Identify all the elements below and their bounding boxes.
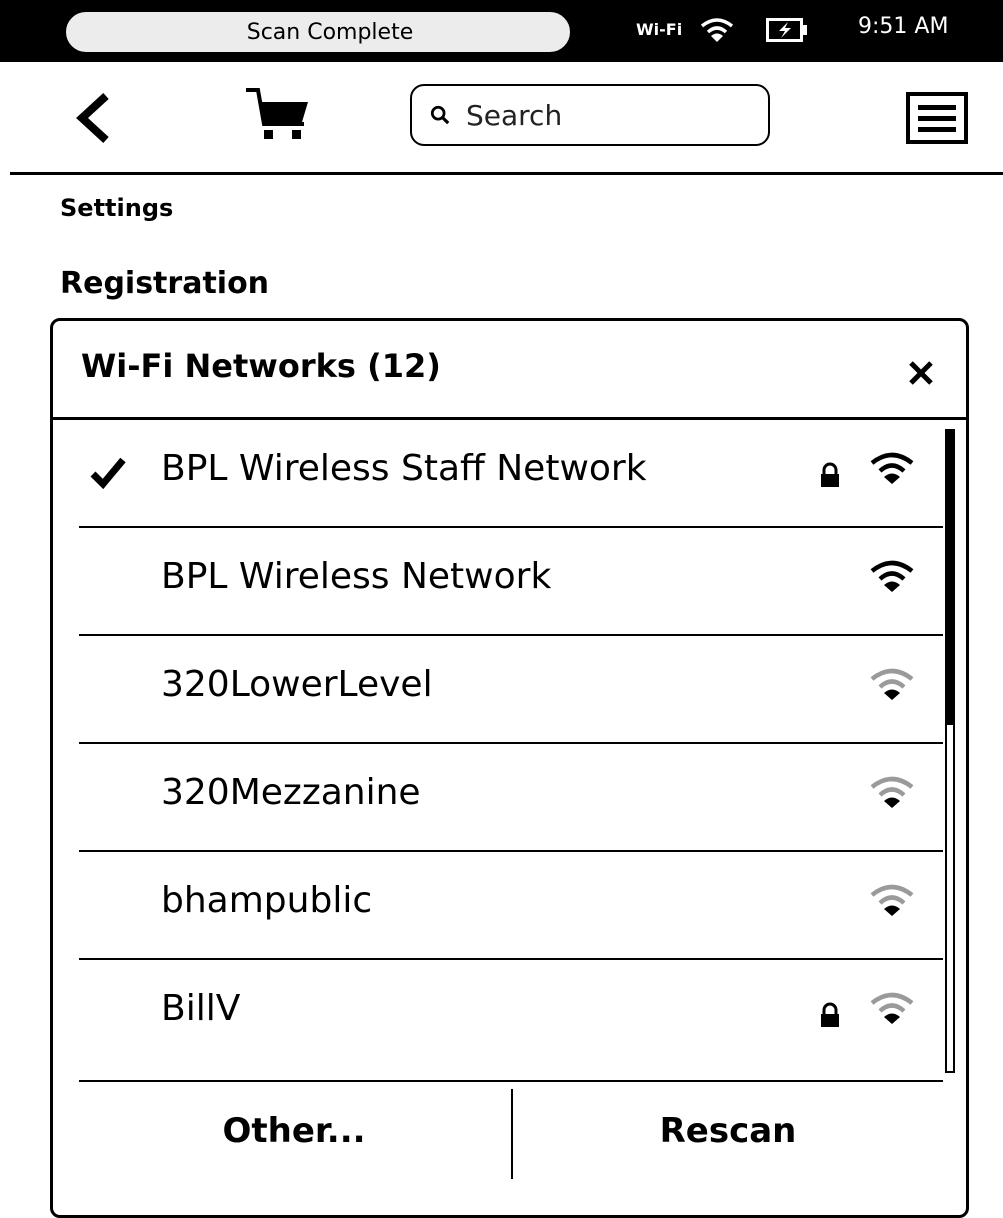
search-field[interactable]: [410, 84, 770, 146]
network-item[interactable]: 320Mezzanine: [79, 744, 943, 852]
wifi-label: Wi-Fi: [636, 20, 683, 39]
status-message: Scan Complete: [246, 19, 414, 45]
network-name: bhampublic: [161, 880, 373, 921]
toolbar: [0, 62, 1003, 174]
dialog-header: Wi-Fi Networks (12): [53, 321, 966, 420]
cart-icon: [246, 88, 308, 139]
wifi-signal-strong-icon: [870, 452, 914, 484]
wifi-signal-weak-icon: [870, 992, 914, 1024]
wifi-signal-weak-icon: [870, 668, 914, 700]
network-item[interactable]: BillV: [79, 960, 943, 1082]
back-button[interactable]: [70, 92, 120, 144]
wifi-signal-weak-icon: [870, 776, 914, 808]
menu-button[interactable]: [906, 92, 968, 144]
status-bar: Scan Complete Wi-Fi 9:51 AM: [0, 0, 1003, 62]
search-icon: [430, 105, 450, 125]
scrollbar[interactable]: [945, 429, 955, 1073]
network-name: BPL Wireless Staff Network: [161, 448, 647, 489]
page-title: Settings: [60, 194, 174, 222]
network-item[interactable]: bhampublic: [79, 852, 943, 960]
other-network-button[interactable]: Other...: [77, 1083, 511, 1179]
network-name: 320Mezzanine: [161, 772, 421, 813]
rescan-button[interactable]: Rescan: [513, 1083, 943, 1179]
network-name: BillV: [161, 988, 241, 1029]
battery-charging-icon: [766, 18, 807, 42]
network-name: BPL Wireless Network: [161, 556, 552, 597]
wifi-signal-weak-icon: [870, 884, 914, 916]
checkmark-icon: [90, 457, 126, 490]
network-item[interactable]: BPL Wireless Network: [79, 528, 943, 636]
lock-icon: [821, 1002, 839, 1027]
store-cart-button[interactable]: [242, 84, 314, 146]
search-input[interactable]: [464, 97, 768, 133]
toolbar-divider: [10, 172, 1003, 175]
lock-icon: [821, 462, 839, 487]
close-button[interactable]: [901, 353, 941, 393]
status-message-pill: Scan Complete: [64, 10, 572, 54]
network-list: BPL Wireless Staff Network BPL Wireless …: [79, 420, 943, 1082]
menu-icon: [906, 92, 968, 144]
clock: 9:51 AM: [858, 14, 949, 39]
section-title[interactable]: Registration: [60, 266, 269, 301]
wifi-signal-strong-icon: [870, 560, 914, 592]
dialog-footer: Other... Rescan: [53, 1083, 966, 1193]
chevron-left-icon: [76, 93, 109, 143]
close-icon: [909, 361, 933, 385]
dialog-title: Wi-Fi Networks (12): [81, 347, 441, 385]
network-item[interactable]: 320LowerLevel: [79, 636, 943, 744]
wifi-status-icon: [700, 18, 734, 42]
network-item[interactable]: BPL Wireless Staff Network: [79, 420, 943, 528]
wifi-networks-dialog: Wi-Fi Networks (12) BPL Wireless Staff N…: [50, 318, 969, 1218]
network-name: 320LowerLevel: [161, 664, 433, 705]
scrollbar-thumb[interactable]: [947, 431, 953, 726]
